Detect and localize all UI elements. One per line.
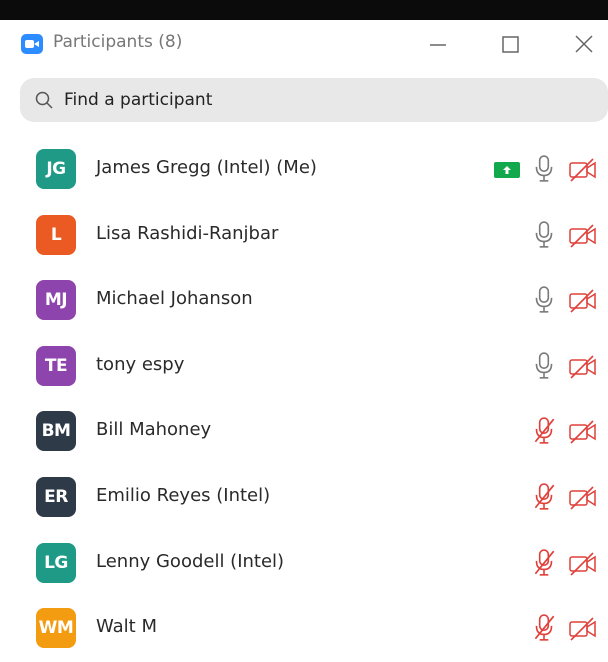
participant-name: Walt M: [96, 616, 157, 638]
video-off-icon: [568, 617, 598, 645]
participant-name: Emilio Reyes (Intel): [96, 484, 271, 506]
video-off-icon: [568, 158, 598, 186]
avatar: JG: [36, 149, 76, 189]
mic-icon: [532, 352, 556, 384]
zoom-app-icon: [21, 34, 43, 54]
participant-row[interactable]: WM Walt M: [0, 596, 608, 662]
participant-name: James Gregg (Intel) (Me): [96, 157, 317, 178]
participant-row[interactable]: L Lisa Rashidi-Ranjbar: [0, 203, 608, 269]
video-off-icon: [568, 224, 598, 252]
mic-icon: [532, 220, 556, 253]
close-icon: [575, 35, 593, 53]
mic-muted-icon: [532, 483, 556, 515]
mic-muted-icon: [532, 548, 556, 581]
avatar: L: [36, 214, 76, 255]
participant-list: JG James Gregg (Intel) (Me) L Lisa Rashidi-…: [0, 137, 608, 662]
screen-share-icon: [494, 162, 520, 178]
avatar: LG: [36, 542, 76, 583]
search-input[interactable]: [64, 78, 584, 122]
minimize-icon: [430, 44, 446, 46]
video-off-icon: [568, 355, 598, 383]
participant-name: Lisa Rashidi-Ranjbar: [96, 222, 279, 244]
participant-name: Lenny Goodell (Intel): [96, 550, 285, 572]
title-bar: Participants (8): [0, 20, 608, 68]
mic-icon: [532, 155, 556, 187]
participant-name: Bill Mahoney: [96, 419, 212, 441]
maximize-button[interactable]: [491, 26, 531, 62]
participant-row[interactable]: ER Emilio Reyes (Intel): [0, 465, 608, 531]
avatar: ER: [36, 476, 76, 517]
window-title: Participants (8): [53, 32, 183, 52]
participant-name: tony espy: [96, 353, 185, 375]
search-icon: [35, 91, 53, 109]
close-button[interactable]: [564, 26, 604, 62]
mic-icon: [532, 286, 556, 318]
avatar: TE: [36, 345, 76, 386]
video-off-icon: [568, 551, 598, 580]
maximize-icon: [502, 36, 519, 53]
video-off-icon: [568, 289, 598, 317]
avatar: MJ: [36, 280, 76, 321]
participant-row[interactable]: JG James Gregg (Intel) (Me): [0, 137, 608, 203]
participant-row[interactable]: LG Lenny Goodell (Intel): [0, 531, 608, 597]
mic-muted-icon: [532, 417, 556, 449]
participant-row[interactable]: BM Bill Mahoney: [0, 399, 608, 465]
participant-row[interactable]: MJ Michael Johanson: [0, 268, 608, 334]
mic-muted-icon: [532, 614, 556, 646]
minimize-button[interactable]: [418, 26, 458, 62]
video-off-icon: [568, 486, 598, 514]
video-off-icon: [568, 420, 598, 448]
avatar: BM: [36, 411, 76, 452]
participant-row[interactable]: TE tony espy: [0, 334, 608, 400]
avatar: WM: [36, 608, 76, 649]
top-edge-bar: [0, 0, 608, 20]
search-box[interactable]: [20, 78, 608, 122]
participant-name: Michael Johanson: [96, 288, 253, 310]
